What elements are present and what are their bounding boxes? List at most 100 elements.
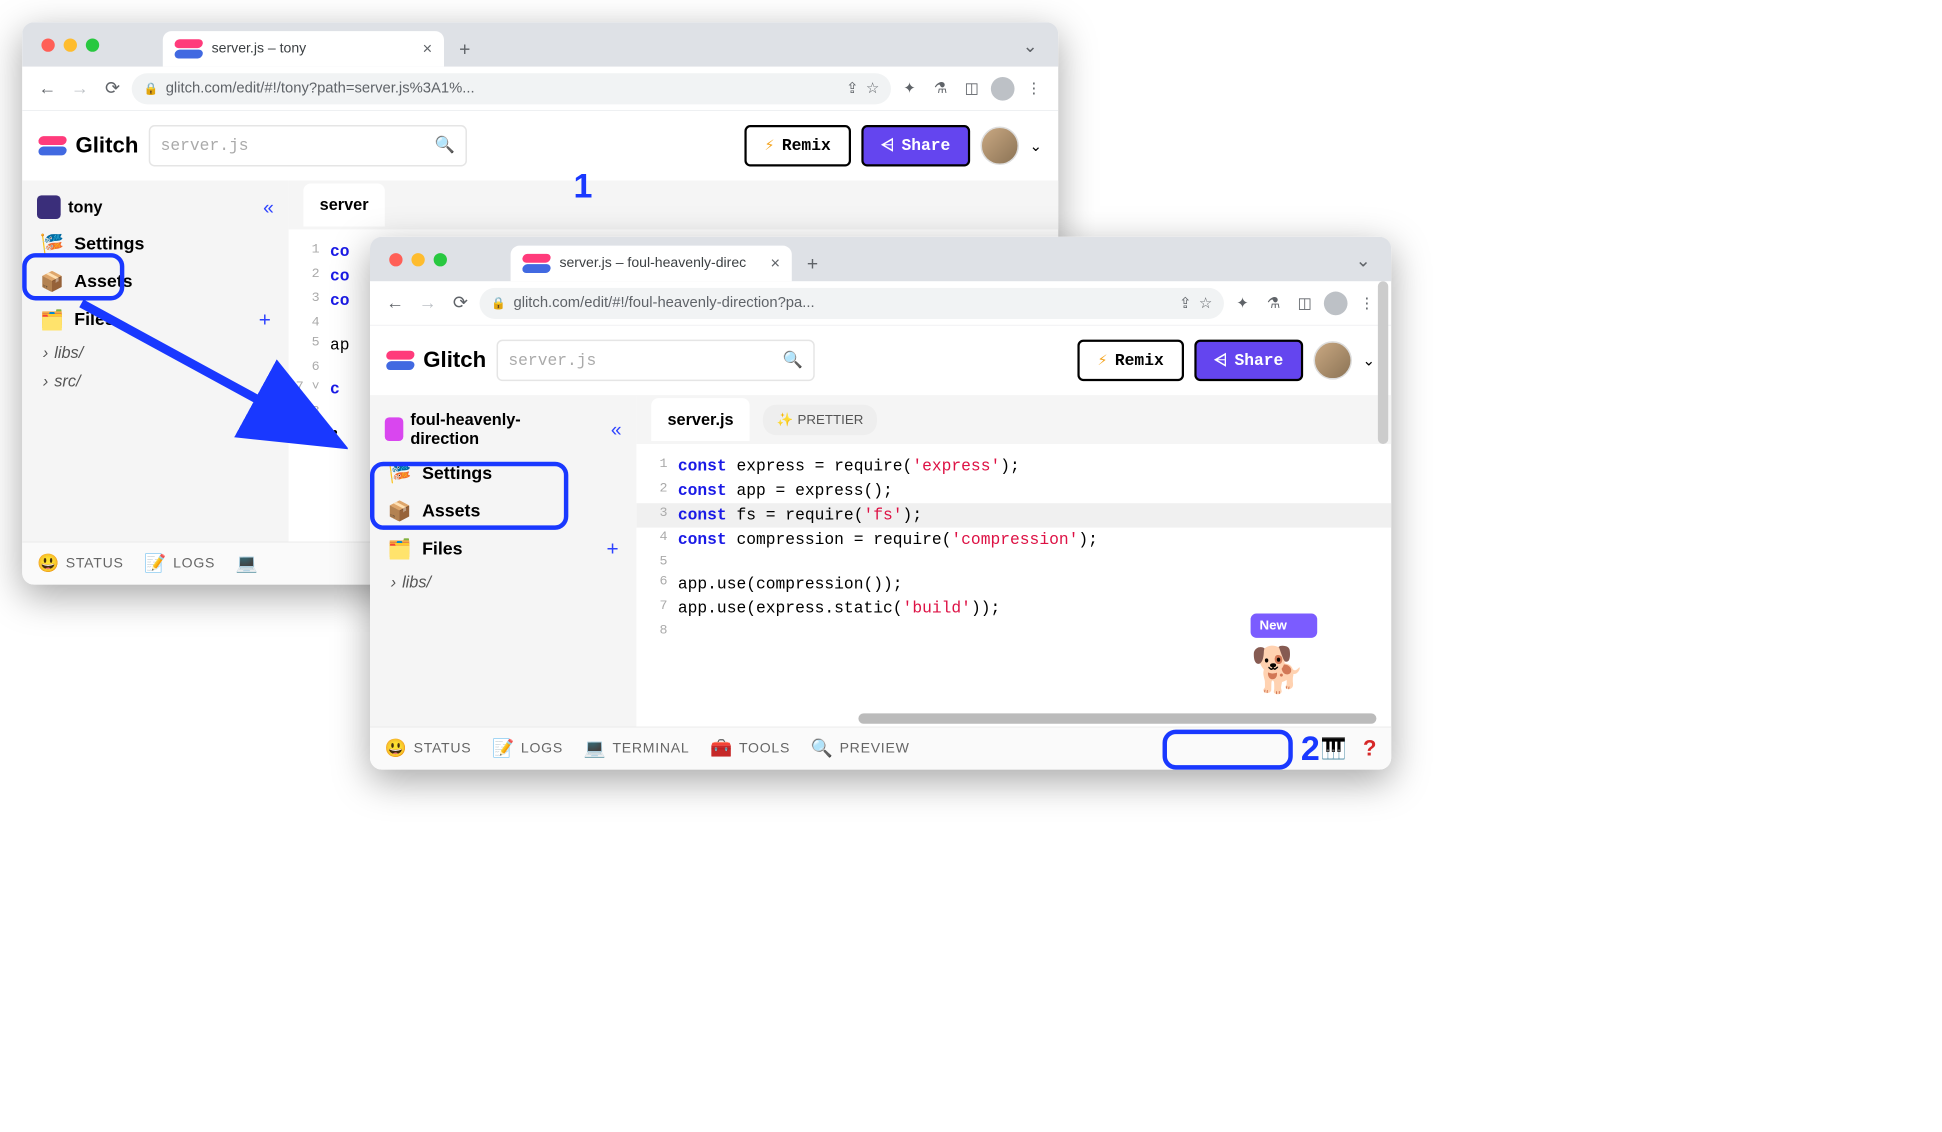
glitch-brand-text: Glitch [75,133,138,158]
collapse-sidebar-icon[interactable]: « [611,418,622,441]
preview-button[interactable]: 🔍 PREVIEW [811,738,910,759]
profile-icon[interactable] [990,76,1015,101]
back-button[interactable]: ← [34,75,61,102]
share-label: Share [1234,351,1283,370]
bookmark-icon[interactable]: ☆ [866,79,879,98]
close-window-icon[interactable] [41,38,54,51]
files-icon: 🗂️ [388,538,412,561]
reload-button[interactable]: ⟳ [447,290,474,317]
maximize-window-icon[interactable] [86,38,99,51]
user-avatar[interactable] [981,127,1019,165]
sidebar-item-settings[interactable]: 🎏 Settings [22,225,288,263]
close-tab-icon[interactable]: × [770,254,780,273]
sidepanel-icon[interactable]: ◫ [1292,290,1317,315]
sidebar-item-assets[interactable]: 📦 Assets [22,263,288,301]
remix-label: Remix [1115,351,1164,370]
remix-button[interactable]: ⚡ Remix [745,125,851,166]
sidebar-item-files[interactable]: 🗂️ Files + [22,300,288,338]
folder-name: libs/ [54,343,83,362]
back-button[interactable]: ← [382,290,409,317]
prettier-button[interactable]: ✨ PRETTIER [763,404,877,434]
address-bar[interactable]: 🔒 glitch.com/edit/#!/foul-heavenly-direc… [480,287,1224,318]
close-window-icon[interactable] [389,253,402,266]
close-tab-icon[interactable]: × [423,39,433,58]
browser-tab[interactable]: server.js – foul-heavenly-direc × [511,246,792,282]
logs-button[interactable]: 📝 LOGS [144,553,215,574]
tabs-dropdown-icon[interactable]: ⌄ [1023,36,1038,57]
add-file-icon[interactable]: + [259,308,271,332]
collapse-sidebar-icon[interactable]: « [263,196,274,219]
folder-item[interactable]: › libs/ [22,339,288,367]
project-badge[interactable]: tony [37,195,102,219]
profile-icon[interactable] [1323,290,1348,315]
share-icon: ⩤ [1214,351,1227,370]
new-tab-button[interactable]: + [798,249,828,279]
remix-button[interactable]: ⚡ Remix [1078,340,1184,381]
settings-icon: 🎏 [388,462,412,485]
minimize-window-icon[interactable] [64,38,77,51]
add-file-icon[interactable]: + [607,537,619,561]
sidebar-item-files[interactable]: 🗂️ Files + [370,530,636,568]
share-url-icon[interactable]: ⇪ [846,79,858,98]
lock-icon: 🔒 [491,296,506,311]
glitch-logo[interactable]: Glitch [386,348,486,373]
tools-button[interactable]: 🧰 TOOLS [710,738,790,759]
new-badge[interactable]: New [1251,613,1318,703]
terminal-icon: 💻 [584,738,607,759]
tab-bar: server.js – tony × + ⌄ [22,22,1058,66]
status-button[interactable]: 😃 STATUS [385,738,472,759]
share-button[interactable]: ⩤ Share [1194,340,1303,381]
vertical-scrollbar[interactable] [1378,281,1388,444]
address-bar[interactable]: 🔒 glitch.com/edit/#!/tony?path=server.js… [132,73,891,104]
labs-icon[interactable]: ⚗ [1261,290,1286,315]
search-input[interactable]: server.js 🔍 [497,340,815,381]
tabs-dropdown-icon[interactable]: ⌄ [1356,250,1371,271]
lock-icon: 🔒 [144,81,159,96]
sidebar-item-settings[interactable]: 🎏 Settings [370,454,636,492]
sparkle-icon: ✨ [776,412,793,428]
terminal-button[interactable]: 💻 TERMINAL [584,738,690,759]
labs-icon[interactable]: ⚗ [928,76,953,101]
glitch-brand-text: Glitch [423,348,486,373]
status-button[interactable]: 😃 STATUS [37,553,124,574]
editor-tab-label: server.js [667,410,733,429]
bottom-label: TERMINAL [612,740,689,756]
logs-button[interactable]: 📝 LOGS [492,738,563,759]
user-menu-icon[interactable]: ⌄ [1363,351,1375,370]
terminal-button[interactable]: 💻 [236,553,259,574]
project-icon [385,417,403,441]
sidebar: tony « 🎏 Settings 📦 Assets 🗂️ Files + › … [22,181,288,585]
sidebar-item-assets[interactable]: 📦 Assets [370,492,636,530]
new-tab-button[interactable]: + [450,34,480,64]
user-avatar[interactable] [1314,341,1352,379]
user-menu-icon[interactable]: ⌄ [1030,137,1042,156]
reload-button[interactable]: ⟳ [99,75,126,102]
folder-name: src/ [54,371,80,390]
horizontal-scrollbar[interactable] [858,713,1376,723]
glitch-logo[interactable]: Glitch [38,133,138,158]
browser-menu-icon[interactable]: ⋮ [1354,290,1379,315]
editor-tab[interactable]: server.js [651,398,750,441]
browser-tab[interactable]: server.js – tony × [163,31,444,67]
sidebar-label: Files [74,309,114,330]
url-text: glitch.com/edit/#!/foul-heavenly-directi… [514,295,815,312]
share-url-icon[interactable]: ⇪ [1179,294,1191,313]
piano-icon[interactable]: 🎹 [1321,736,1347,760]
traffic-lights [41,38,99,51]
minimize-window-icon[interactable] [411,253,424,266]
help-icon[interactable]: ? [1363,736,1377,761]
extensions-icon[interactable]: ✦ [1230,290,1255,315]
extensions-icon[interactable]: ✦ [897,76,922,101]
sidepanel-icon[interactable]: ◫ [959,76,984,101]
forward-button[interactable]: → [414,290,441,317]
browser-menu-icon[interactable]: ⋮ [1021,76,1046,101]
editor-tab[interactable]: server [303,184,384,227]
maximize-window-icon[interactable] [434,253,447,266]
folder-item[interactable]: › libs/ [370,568,636,596]
search-input[interactable]: server.js 🔍 [149,125,467,166]
forward-button[interactable]: → [67,75,94,102]
share-button[interactable]: ⩤ Share [861,125,970,166]
folder-item[interactable]: › src/ [22,367,288,395]
project-badge[interactable]: foul-heavenly-direction [385,410,548,448]
bookmark-icon[interactable]: ☆ [1199,294,1212,313]
